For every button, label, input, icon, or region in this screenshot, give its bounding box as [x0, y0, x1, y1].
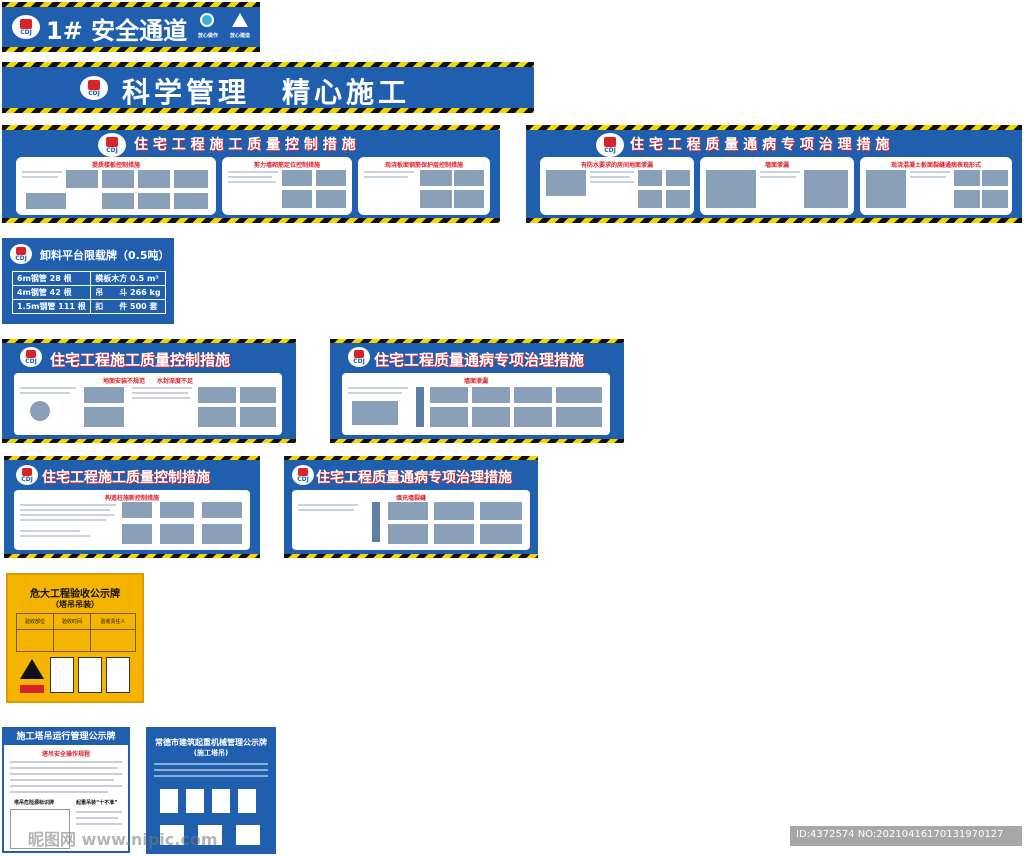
warning-triangle-icon — [20, 659, 44, 679]
card-title: 有防水要求的房间地面渗漏 — [580, 162, 653, 169]
board-title: 住宅工程施工质量控制措施 — [42, 470, 210, 486]
card-title: 现浇混凝土板面裂缝通病表现形式 — [890, 162, 981, 169]
photo-frame — [186, 789, 204, 813]
quality-control-board-low: CDJ 住宅工程施工质量控制措施 构造柱施新控制措施 — [4, 456, 260, 558]
measure-card: 墙面渗漏 — [700, 157, 854, 215]
company-logo-icon: CDJ — [348, 347, 370, 367]
sign-subtitle: (施工塔吊) — [193, 749, 229, 757]
measure-card: 墙面渗漏 — [342, 373, 610, 435]
company-logo-icon: CDJ — [80, 76, 108, 100]
company-logo-icon: CDJ — [10, 244, 32, 264]
safety-figure-icon — [78, 657, 102, 693]
company-logo-icon: CDJ — [20, 347, 42, 367]
badge-label: 放心做作 — [198, 33, 219, 39]
photo-frame — [212, 789, 230, 813]
measure-card: 地面安装不规范 水封深度不足 — [14, 373, 282, 435]
company-logo-icon: CDJ — [98, 133, 126, 157]
measure-card: 现浇混凝土板面裂缝通病表现形式 — [860, 157, 1012, 215]
board-title: 住宅工程质量通病专项治理措施 — [374, 351, 585, 369]
sign-title: 卸料平台限载牌（0.5吨） — [40, 249, 170, 262]
card-subtitle: 填充墙裂缝 — [395, 495, 426, 502]
company-logo-icon: CDJ — [596, 133, 624, 157]
card-subtitle: 墙面渗漏 — [463, 378, 488, 385]
watermark-id: ID:4372574 NO:20210416170131970127 — [796, 829, 1004, 840]
badge-label: 放心建造 — [230, 33, 251, 39]
photo-frame — [236, 825, 260, 845]
measure-card: 填充墙裂缝 — [292, 490, 530, 550]
card-subtitle: 构造柱施新控制措施 — [104, 495, 159, 502]
sign-title: 施工塔吊运行管理公示牌 — [4, 729, 128, 745]
board-title: 住宅工程质量通病专项治理措施 — [316, 470, 512, 486]
sign-title: 1# 安全通道 — [46, 17, 188, 45]
acceptance-table: 验收部位 验收时间 验收责任人 — [16, 613, 137, 652]
board-title: 住宅工程施工质量控制措施 — [50, 351, 231, 369]
measure-card: 有防水要求的房间地面渗漏 — [540, 157, 694, 215]
card-title: 剪力墙砌筋定位控制措施 — [253, 162, 320, 169]
measure-card: 构造柱施新控制措施 — [14, 490, 250, 550]
card-title: 墙面渗漏 — [764, 162, 789, 169]
load-limit-sign: CDJ 卸料平台限载牌（0.5吨） 6m钢管 28 根模板木方 0.5 m³ 4… — [2, 238, 174, 324]
warning-label — [20, 685, 44, 693]
company-logo-icon: CDJ — [16, 465, 38, 485]
quality-control-board-mid: CDJ 住宅工程施工质量控制措施 地面安装不规范 水封深度不足 — [2, 339, 296, 443]
photo-frame — [160, 789, 178, 813]
safety-figure-icon — [50, 657, 74, 693]
warning-triangle-icon — [232, 13, 248, 27]
card-title: 现浇板面钢筋保护层控制措施 — [384, 162, 463, 169]
card-subtitle: 地面安装不规范 水封深度不足 — [102, 378, 193, 385]
hazard-acceptance-sign: 危大工程验收公示牌 （塔吊吊装） 验收部位 验收时间 验收责任人 — [6, 573, 144, 703]
badge-icon — [200, 13, 214, 27]
defect-control-board-mid: CDJ 住宅工程质量通病专项治理措施 墙面渗漏 — [330, 339, 624, 443]
sign-subtitle: （塔吊吊装） — [51, 600, 99, 609]
quality-control-board-top: CDJ 住 宅 工 程 施 工 质 量 控 制 措 施 提质楼板控制措施 剪力墙… — [2, 125, 500, 223]
board-title: 住 宅 工 程 施 工 质 量 控 制 措 施 — [134, 137, 356, 153]
table-row: 1.5m钢管 111 根扣 件 500 套 — [11, 299, 166, 314]
section-title: 塔吊危险源标识牌 — [14, 800, 55, 806]
safety-figure-icon — [106, 657, 130, 693]
photo-frame — [238, 789, 256, 813]
section-title: 起重吊装“十不准” — [76, 800, 118, 806]
measure-card: 现浇板面钢筋保护层控制措施 — [358, 157, 490, 215]
defect-control-board-top: CDJ 住 宅 工 程 质 量 通 病 专 项 治 理 措 施 有防水要求的房间… — [526, 125, 1022, 223]
sign-title: 常德市建筑起重机械管理公示牌 — [155, 738, 267, 747]
slogan-sign: CDJ 科学管理 精心施工 — [2, 62, 534, 113]
slogan-title: 科学管理 精心施工 — [122, 76, 411, 109]
company-logo-icon: CDJ — [12, 15, 40, 39]
table-row: 4m钢管 42 根吊 斗 266 kg — [11, 285, 166, 300]
watermark-left: 昵图网 www.nipic.com — [28, 830, 218, 849]
sign-title: 危大工程验收公示牌 — [30, 589, 120, 600]
defect-control-board-low: CDJ 住宅工程质量通病专项治理措施 填充墙裂缝 — [284, 456, 538, 558]
watermark-right: ID:4372574 NO:20210416170131970127 — [790, 826, 1022, 846]
table-row: 6m钢管 28 根模板木方 0.5 m³ — [11, 271, 166, 286]
section-title: 塔吊安全操作规程 — [41, 751, 90, 758]
board-title: 住 宅 工 程 质 量 通 病 专 项 治 理 措 施 — [630, 137, 890, 153]
measure-card: 剪力墙砌筋定位控制措施 — [222, 157, 352, 215]
measure-card: 提质楼板控制措施 — [16, 157, 216, 215]
company-logo-icon: CDJ — [292, 465, 314, 485]
load-limit-table: 6m钢管 28 根模板木方 0.5 m³ 4m钢管 42 根吊 斗 266 kg… — [11, 271, 166, 314]
safety-channel-sign: CDJ 1# 安全通道 放心做作 放心建造 — [2, 2, 260, 52]
card-title: 提质楼板控制措施 — [91, 162, 140, 169]
